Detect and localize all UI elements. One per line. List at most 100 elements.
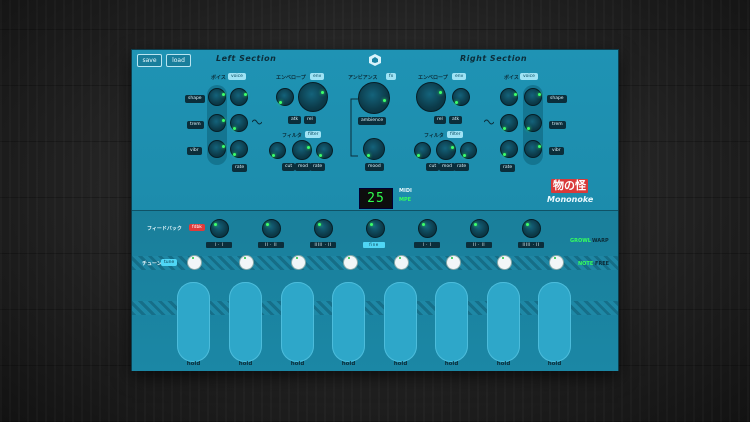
- right-voice-tag[interactable]: voice: [520, 73, 538, 80]
- feedback-knob-6[interactable]: [470, 219, 489, 238]
- mpe-label[interactable]: MPE: [399, 197, 411, 203]
- midi-channel-display[interactable]: 25: [359, 188, 393, 209]
- pad-2-hold[interactable]: hold: [229, 361, 262, 367]
- right-rel-label: rel: [434, 116, 446, 124]
- tune-tag[interactable]: tune: [161, 259, 178, 266]
- left-atk-label: atk: [288, 116, 302, 124]
- save-button[interactable]: save: [137, 54, 162, 67]
- left-voice-tag[interactable]: voice: [228, 73, 246, 80]
- left-shape-rate-knob[interactable]: [230, 88, 248, 106]
- right-cut-knob[interactable]: [414, 142, 431, 159]
- right-trem-label: trem: [549, 121, 566, 129]
- pad-1[interactable]: [177, 282, 210, 362]
- right-shape-rate-knob[interactable]: [500, 88, 518, 106]
- right-env-tag[interactable]: env: [452, 73, 467, 80]
- right-vibr-rate-knob[interactable]: [500, 140, 518, 158]
- right-filter-tag[interactable]: filter: [447, 131, 464, 138]
- tune-knob-8[interactable]: [550, 256, 563, 269]
- pad-7-hold[interactable]: hold: [487, 361, 520, 367]
- pad-7[interactable]: [487, 282, 520, 362]
- pad-8-hold[interactable]: hold: [538, 361, 571, 367]
- left-trem-rate-knob[interactable]: [230, 114, 248, 132]
- tune-knob-3[interactable]: [292, 256, 305, 269]
- mood-knob[interactable]: [363, 138, 385, 160]
- logo-name: Mononoke: [547, 195, 594, 204]
- load-button[interactable]: load: [166, 54, 191, 67]
- right-rate-label: rate: [500, 164, 516, 172]
- note-label[interactable]: NOTE: [578, 261, 593, 267]
- step-mode-1[interactable]: I · I: [206, 242, 232, 248]
- tune-knob-1[interactable]: [188, 256, 201, 269]
- right-rate-knob[interactable]: [460, 142, 477, 159]
- feedback-knob-2[interactable]: [262, 219, 281, 238]
- left-trem-knob[interactable]: [208, 114, 226, 132]
- left-vibr-rate-knob[interactable]: [230, 140, 248, 158]
- left-trem-label: trem: [187, 121, 204, 129]
- pad-1-hold[interactable]: hold: [177, 361, 210, 367]
- tune-knob-4[interactable]: [344, 256, 357, 269]
- feedback-tag[interactable]: fdbk: [189, 224, 205, 231]
- free-label[interactable]: FREE: [595, 261, 609, 267]
- logo-kanji: 物の怪: [551, 179, 588, 193]
- warp-label[interactable]: WARP: [592, 238, 609, 244]
- feedback-label: フィードバック: [147, 226, 182, 232]
- tune-row-background: [132, 256, 618, 270]
- step-mode-7[interactable]: IIIII · II: [518, 242, 544, 248]
- brand-logo-icon: [369, 54, 381, 66]
- right-trem-knob[interactable]: [524, 114, 542, 132]
- right-mod-knob[interactable]: [436, 140, 456, 160]
- left-filter-label: フィルタ: [282, 133, 302, 139]
- left-vibr-knob[interactable]: [208, 140, 226, 158]
- left-shape-knob[interactable]: [208, 88, 226, 106]
- right-vibr-label: vibr: [549, 147, 564, 155]
- pad-3-hold[interactable]: hold: [281, 361, 314, 367]
- right-cut-label: cut: [426, 163, 440, 171]
- left-filter-rate-label: rate: [310, 163, 326, 171]
- left-rel-knob[interactable]: [298, 82, 328, 112]
- step-mode-4[interactable]: fine: [363, 242, 385, 248]
- tune-knob-5[interactable]: [395, 256, 408, 269]
- pad-6[interactable]: [435, 282, 468, 362]
- pad-6-hold[interactable]: hold: [435, 361, 468, 367]
- pad-4-hold[interactable]: hold: [332, 361, 365, 367]
- feedback-knob-1[interactable]: [210, 219, 229, 238]
- pad-8[interactable]: [538, 282, 571, 362]
- ambience-knob[interactable]: [358, 82, 390, 114]
- right-trem-rate-knob[interactable]: [500, 114, 518, 132]
- left-shape-label: shape: [185, 95, 205, 103]
- left-filter-tag[interactable]: filter: [305, 131, 322, 138]
- tune-knob-2[interactable]: [240, 256, 253, 269]
- left-env-tag[interactable]: env: [310, 73, 325, 80]
- right-voice-label: ボイス: [504, 75, 519, 81]
- pad-5-hold[interactable]: hold: [384, 361, 417, 367]
- mood-label: mood: [365, 163, 384, 171]
- left-section-title: Left Section: [216, 54, 277, 63]
- feedback-knob-5[interactable]: [418, 219, 437, 238]
- growl-label[interactable]: GROWL: [570, 238, 591, 244]
- left-atk-knob[interactable]: [276, 88, 294, 106]
- step-mode-6[interactable]: II · II: [466, 242, 492, 248]
- pad-3[interactable]: [281, 282, 314, 362]
- feedback-knob-3[interactable]: [314, 219, 333, 238]
- midi-label[interactable]: MIDI: [399, 188, 412, 194]
- step-mode-3[interactable]: IIIII · II: [310, 242, 336, 248]
- tune-knob-7[interactable]: [498, 256, 511, 269]
- right-atk-knob[interactable]: [452, 88, 470, 106]
- right-filter-rate-label: rate: [454, 163, 470, 171]
- pad-5[interactable]: [384, 282, 417, 362]
- tune-knob-6[interactable]: [447, 256, 460, 269]
- feedback-knob-4[interactable]: [366, 219, 385, 238]
- right-vibr-knob[interactable]: [524, 140, 542, 158]
- left-cut-knob[interactable]: [269, 142, 286, 159]
- fx-tag[interactable]: fx: [386, 73, 397, 80]
- left-mod-knob[interactable]: [292, 140, 312, 160]
- pad-2[interactable]: [229, 282, 262, 362]
- step-mode-2[interactable]: II · II: [258, 242, 284, 248]
- right-rel-knob[interactable]: [416, 82, 446, 112]
- pad-4[interactable]: [332, 282, 365, 362]
- right-atk-label: atk: [449, 116, 463, 124]
- left-rate-knob[interactable]: [316, 142, 333, 159]
- right-shape-knob[interactable]: [524, 88, 542, 106]
- feedback-knob-7[interactable]: [522, 219, 541, 238]
- step-mode-5[interactable]: I · I: [414, 242, 440, 248]
